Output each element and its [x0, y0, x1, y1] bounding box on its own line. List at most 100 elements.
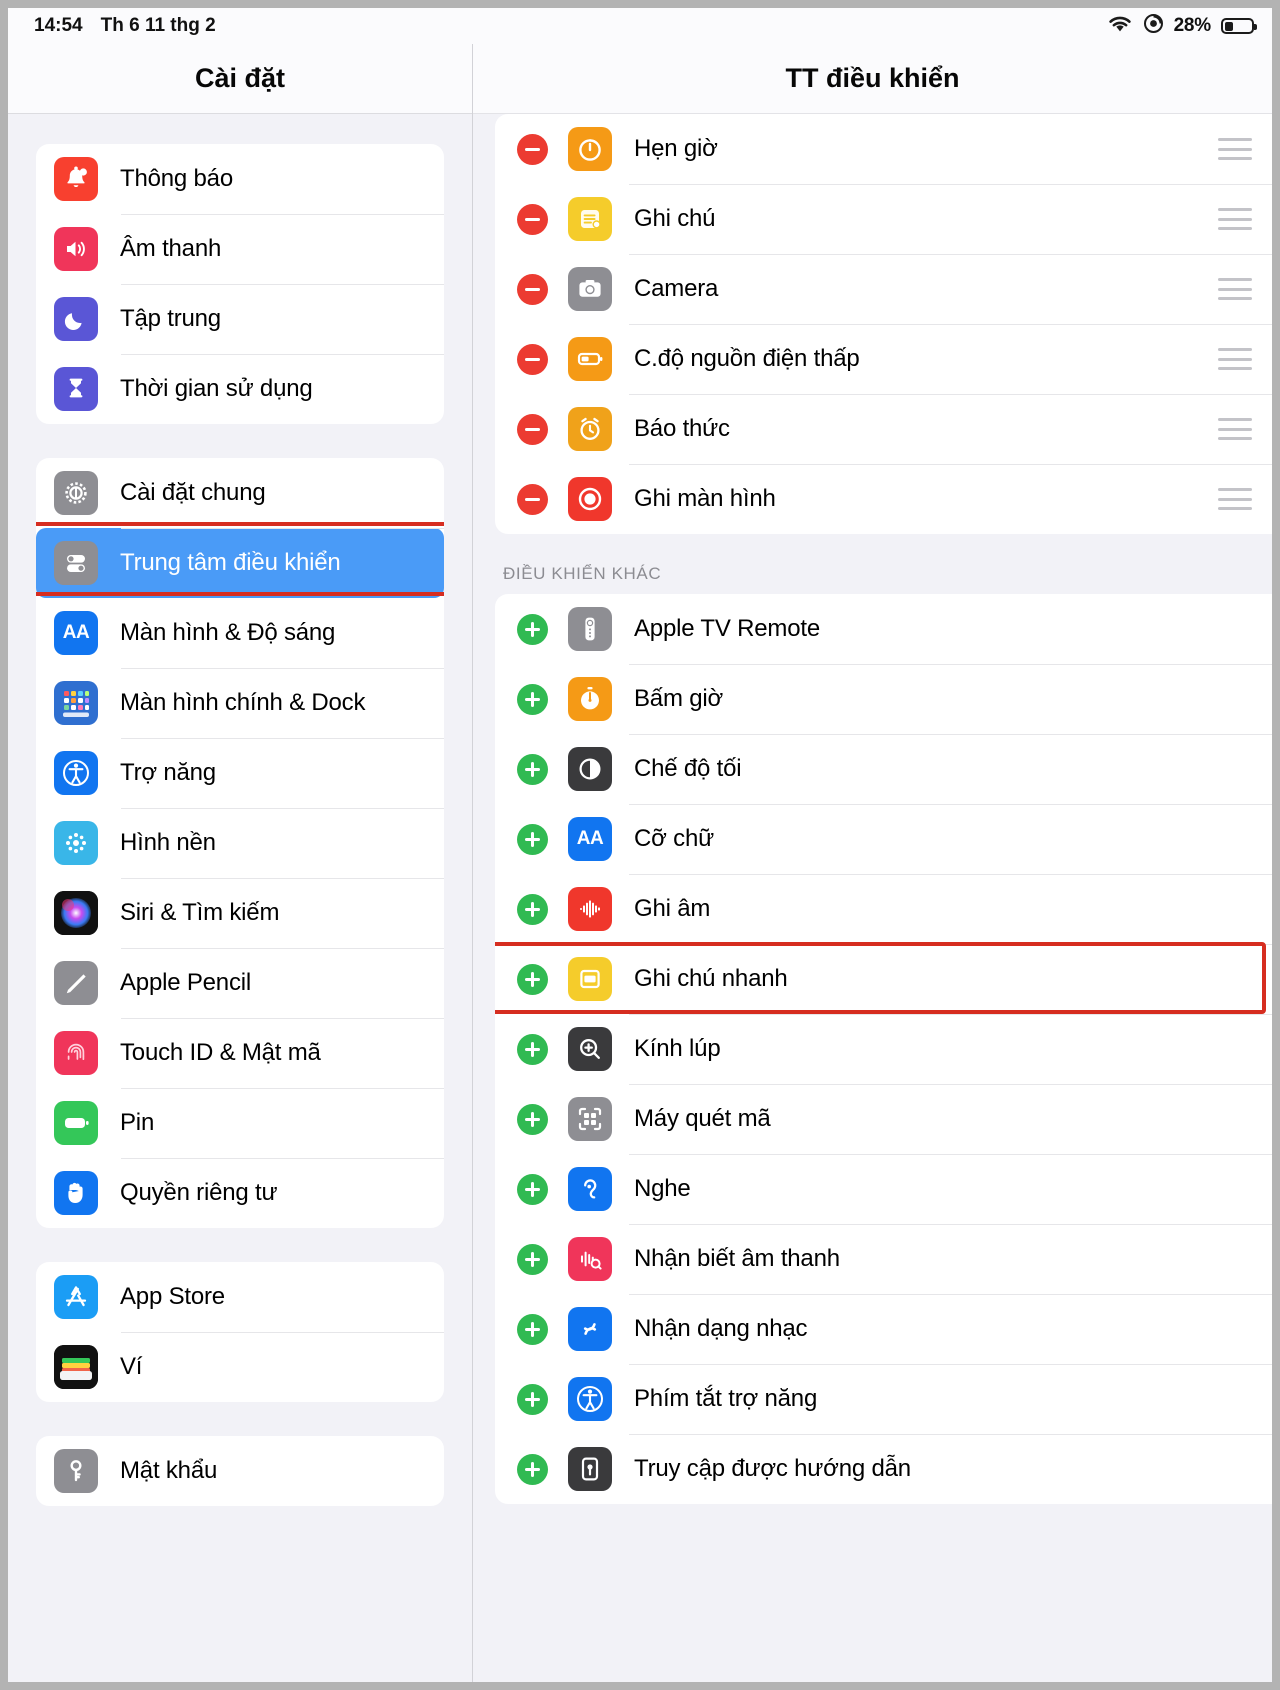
- notes-icon: [568, 197, 612, 241]
- add-control-button[interactable]: [517, 893, 548, 925]
- sidebar-item-label: Apple Pencil: [120, 969, 252, 996]
- sidebar-item-display-brightness[interactable]: AA Màn hình & Độ sáng: [36, 598, 444, 668]
- reorder-grip-icon[interactable]: [1218, 138, 1252, 160]
- sidebar-item-label: Thời gian sử dụng: [120, 375, 313, 402]
- control-row-low-power-mode[interactable]: C.độ nguồn điện thấp: [495, 324, 1272, 394]
- reorder-grip-icon[interactable]: [1218, 418, 1252, 440]
- control-row-accessibility-shortcut[interactable]: Phím tắt trợ năng: [495, 1364, 1272, 1434]
- control-row-camera[interactable]: Camera: [495, 254, 1272, 324]
- reorder-grip-icon[interactable]: [1218, 488, 1252, 510]
- sidebar-item-label: Trung tâm điều khiển: [120, 549, 341, 576]
- sidebar-item-app-store[interactable]: App Store: [36, 1262, 444, 1332]
- control-row-voice-memos[interactable]: Ghi âm: [495, 874, 1272, 944]
- control-row-sound-recognition[interactable]: Nhận biết âm thanh: [495, 1224, 1272, 1294]
- remove-control-button[interactable]: [517, 413, 548, 445]
- control-row-screen-recording[interactable]: Ghi màn hình: [495, 464, 1272, 534]
- siri-search-icon: [54, 891, 98, 935]
- sidebar-scroll-area[interactable]: Thông báo Âm thanh Tập trung Thời gian s…: [8, 114, 472, 1682]
- control-row-notes[interactable]: Ghi chú: [495, 184, 1272, 254]
- sidebar-item-focus[interactable]: Tập trung: [36, 284, 444, 354]
- sidebar-item-passwords[interactable]: Mật khẩu: [36, 1436, 444, 1506]
- screen-time-icon: [54, 367, 98, 411]
- status-bar-time: 14:54: [34, 15, 83, 36]
- sidebar-item-label: Màn hình & Độ sáng: [120, 619, 336, 646]
- sidebar-item-label: Thông báo: [120, 165, 233, 192]
- sidebar-item-label: Âm thanh: [120, 235, 222, 262]
- remove-control-button[interactable]: [517, 273, 548, 305]
- sidebar-item-wallet[interactable]: Ví: [36, 1332, 444, 1402]
- sidebar-item-home-screen-dock[interactable]: Màn hình chính & Dock: [36, 668, 444, 738]
- screen-recording-icon: [568, 477, 612, 521]
- sidebar-item-sounds[interactable]: Âm thanh: [36, 214, 444, 284]
- add-control-button[interactable]: [517, 963, 548, 995]
- sidebar-item-screen-time[interactable]: Thời gian sử dụng: [36, 354, 444, 424]
- sidebar-item-siri-search[interactable]: Siri & Tìm kiếm: [36, 878, 444, 948]
- control-label: Truy cập được hướng dẫn: [634, 1455, 911, 1482]
- add-control-button[interactable]: [517, 683, 548, 715]
- control-row-stopwatch[interactable]: Bấm giờ: [495, 664, 1272, 734]
- add-control-button[interactable]: [517, 1173, 548, 1205]
- add-control-button[interactable]: [517, 1453, 548, 1485]
- battery-icon: [1221, 18, 1257, 34]
- sidebar-item-apple-pencil[interactable]: Apple Pencil: [36, 948, 444, 1018]
- remove-control-button[interactable]: [517, 343, 548, 375]
- add-control-button[interactable]: [517, 753, 548, 785]
- add-control-button[interactable]: [517, 823, 548, 855]
- control-row-hearing[interactable]: Nghe: [495, 1154, 1272, 1224]
- sidebar-item-notifications[interactable]: Thông báo: [36, 144, 444, 214]
- remove-control-button[interactable]: [517, 483, 548, 515]
- app-store-icon: [54, 1275, 98, 1319]
- add-control-button[interactable]: [517, 1313, 548, 1345]
- control-row-alarm[interactable]: Báo thức: [495, 394, 1272, 464]
- status-bar: 14:54 Th 6 11 thg 2 28%: [8, 8, 1272, 44]
- timer-icon: [568, 127, 612, 171]
- add-control-button[interactable]: [517, 1243, 548, 1275]
- control-row-dark-mode[interactable]: Chế độ tối: [495, 734, 1272, 804]
- included-controls-list: Hẹn giờ Ghi chú Camera C.độ nguồn điện t…: [495, 114, 1272, 534]
- add-control-button[interactable]: [517, 1383, 548, 1415]
- remove-control-button[interactable]: [517, 203, 548, 235]
- detail-scroll-area[interactable]: Hẹn giờ Ghi chú Camera C.độ nguồn điện t…: [473, 114, 1272, 1682]
- control-row-magnifier[interactable]: Kính lúp: [495, 1014, 1272, 1084]
- sidebar-item-general[interactable]: Cài đặt chung: [36, 458, 444, 528]
- sidebar-item-battery[interactable]: Pin: [36, 1088, 444, 1158]
- sidebar-item-touch-id[interactable]: Touch ID & Mật mã: [36, 1018, 444, 1088]
- reorder-grip-icon[interactable]: [1218, 278, 1252, 300]
- add-control-button[interactable]: [517, 613, 548, 645]
- control-row-text-size[interactable]: AA Cỡ chữ: [495, 804, 1272, 874]
- control-row-quick-note[interactable]: Ghi chú nhanh: [495, 944, 1272, 1014]
- control-row-guided-access[interactable]: Truy cập được hướng dẫn: [495, 1434, 1272, 1504]
- sidebar-title: Cài đặt: [8, 44, 472, 114]
- sidebar-item-label: Mật khẩu: [120, 1457, 218, 1484]
- sidebar-item-label: App Store: [120, 1283, 225, 1310]
- music-recognition-icon: [568, 1307, 612, 1351]
- reorder-grip-icon[interactable]: [1218, 208, 1252, 230]
- control-label: Nhận dạng nhạc: [634, 1315, 808, 1342]
- control-row-code-scanner[interactable]: Máy quét mã: [495, 1084, 1272, 1154]
- focus-icon: [54, 297, 98, 341]
- touch-id-icon: [54, 1031, 98, 1075]
- control-row-music-recognition[interactable]: Nhận dạng nhạc: [495, 1294, 1272, 1364]
- sidebar-item-privacy[interactable]: Quyền riêng tư: [36, 1158, 444, 1228]
- stopwatch-icon: [568, 677, 612, 721]
- control-row-apple-tv-remote[interactable]: Apple TV Remote: [495, 594, 1272, 664]
- add-control-button[interactable]: [517, 1103, 548, 1135]
- control-row-timer[interactable]: Hẹn giờ: [495, 114, 1272, 184]
- magnifier-icon: [568, 1027, 612, 1071]
- apple-pencil-icon: [54, 961, 98, 1005]
- control-label: Ghi chú: [634, 205, 716, 232]
- ipad-settings-screen: 14:54 Th 6 11 thg 2 28% Cài đặt Thông bá…: [8, 8, 1272, 1682]
- control-label: Kính lúp: [634, 1035, 721, 1062]
- add-control-button[interactable]: [517, 1033, 548, 1065]
- sidebar-item-wallpaper[interactable]: Hình nền: [36, 808, 444, 878]
- rotation-lock-icon: [1143, 13, 1164, 40]
- quick-note-icon: [568, 957, 612, 1001]
- reorder-grip-icon[interactable]: [1218, 348, 1252, 370]
- text-size-icon: AA: [568, 817, 612, 861]
- wifi-icon: [1107, 14, 1133, 39]
- accessibility-icon: [54, 751, 98, 795]
- sidebar-item-control-center[interactable]: Trung tâm điều khiển: [36, 528, 444, 598]
- remove-control-button[interactable]: [517, 133, 548, 165]
- sidebar-item-accessibility[interactable]: Trợ năng: [36, 738, 444, 808]
- passwords-icon: [54, 1449, 98, 1493]
